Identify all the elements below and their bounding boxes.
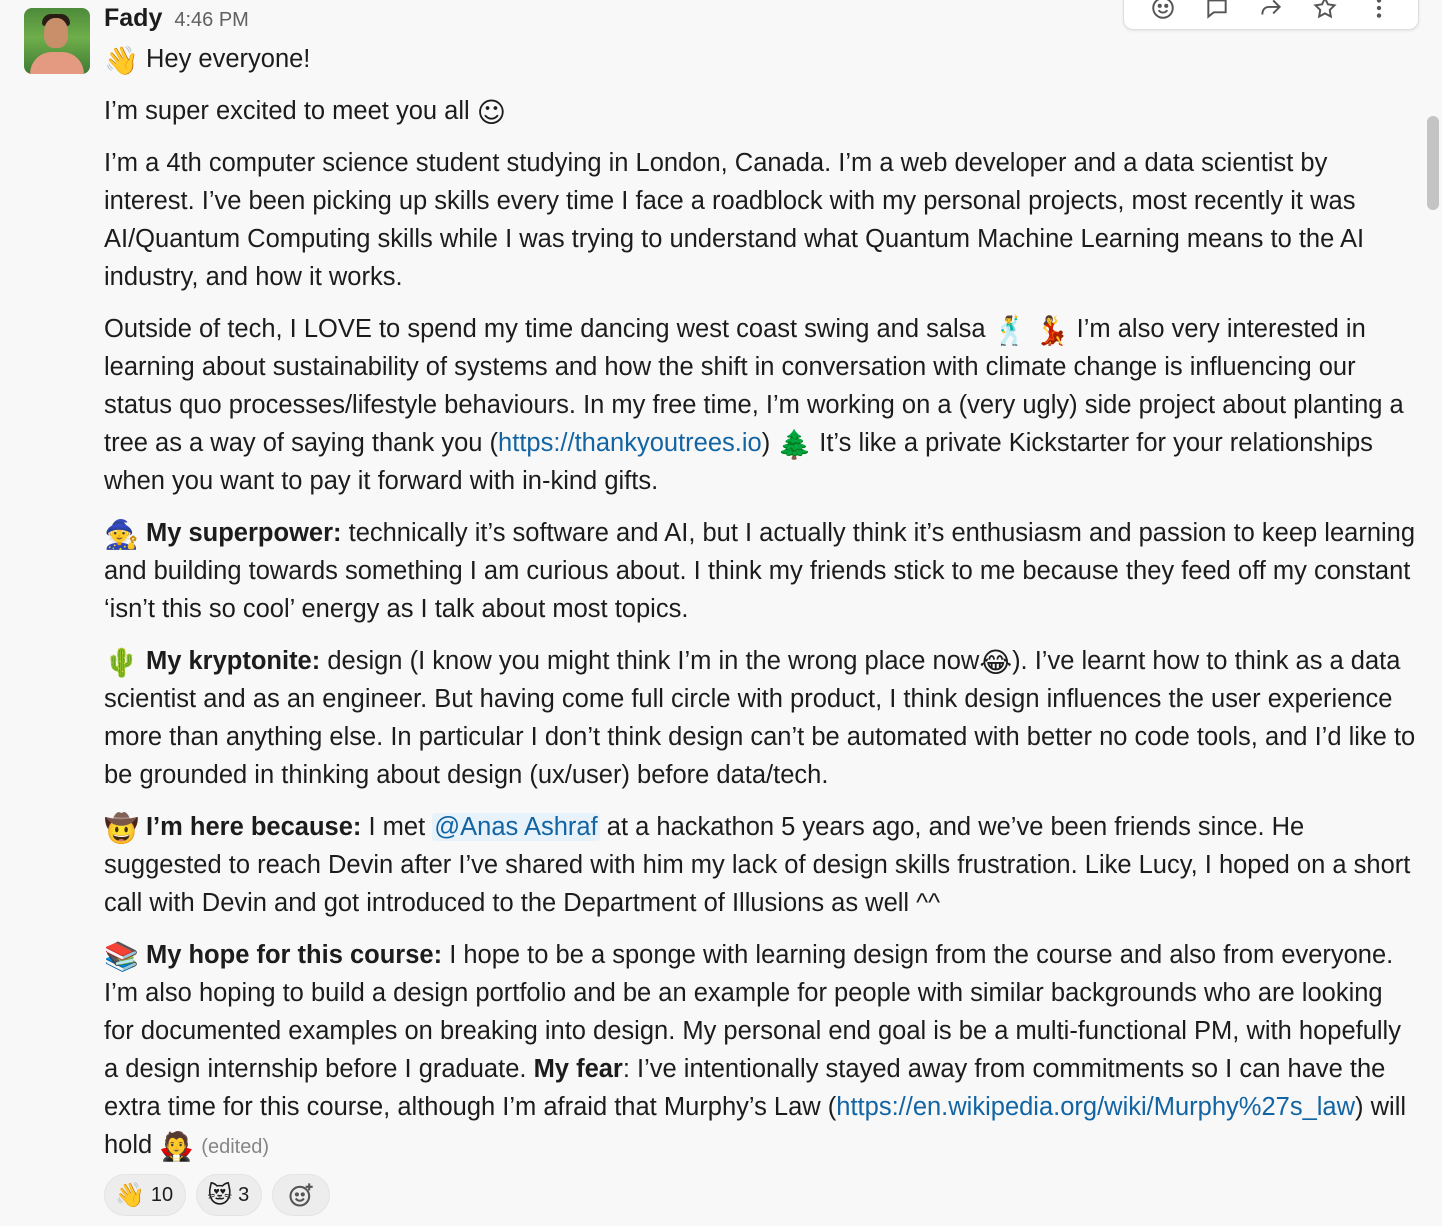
add-reaction-button[interactable] bbox=[272, 1174, 331, 1216]
cactus-emoji: 🌵 bbox=[104, 646, 139, 679]
add-reaction-icon bbox=[289, 1183, 313, 1207]
books-emoji: 📚 bbox=[104, 940, 139, 973]
paragraph-text: I’m super excited to meet you all bbox=[104, 97, 470, 125]
greeting-text: Hey everyone! bbox=[145, 45, 311, 73]
reaction-count: 10 bbox=[150, 1183, 174, 1206]
wave-emoji: 👋 bbox=[115, 1181, 145, 1209]
mage-emoji: 🧙 bbox=[104, 518, 139, 551]
reaction-pill[interactable]: 😻 3 bbox=[196, 1174, 263, 1216]
emoji-reaction-icon[interactable] bbox=[1148, 0, 1178, 23]
message-actions-toolbar bbox=[1123, 0, 1419, 30]
paragraph-text: I met bbox=[368, 813, 426, 841]
evergreen-tree-emoji: 🌲 bbox=[777, 428, 813, 461]
smiling-emoji: ☺ bbox=[476, 96, 506, 129]
wave-emoji: 👋 bbox=[104, 44, 139, 77]
reaction-count: 3 bbox=[238, 1183, 250, 1206]
share-forward-icon[interactable] bbox=[1256, 0, 1286, 23]
message-paragraph: 🌵 My kryptonite: design (I know you migh… bbox=[104, 642, 1418, 794]
message-paragraph: 👋 Hey everyone! bbox=[104, 40, 1418, 78]
superpower-label: My superpower: bbox=[145, 519, 342, 547]
avatar-shirt bbox=[30, 52, 84, 74]
heart-eyes-cat-emoji: 😻 bbox=[207, 1181, 233, 1209]
avatar-face bbox=[44, 18, 68, 48]
cowboy-emoji: 🤠 bbox=[104, 812, 139, 845]
thankyoutrees-link[interactable]: https://thankyoutrees.io bbox=[498, 429, 762, 457]
message-paragraph: 📚 My hope for this course: I hope to be … bbox=[104, 936, 1418, 1166]
message-paragraph: I’m a 4th computer science student study… bbox=[104, 144, 1418, 296]
paragraph-text: Outside of tech, I LOVE to spend my time… bbox=[104, 315, 986, 343]
message-paragraph: 🤠 I’m here because: I met @Anas Ashraf a… bbox=[104, 808, 1418, 922]
kryptonite-label: My kryptonite: bbox=[145, 647, 321, 675]
scrollbar[interactable] bbox=[1427, 116, 1439, 210]
reaction-pill[interactable]: 👋 10 bbox=[104, 1174, 187, 1216]
reply-thread-icon[interactable] bbox=[1202, 0, 1232, 23]
vampire-emoji: 🧛 bbox=[159, 1130, 195, 1163]
man-dancing-emoji: 🕺 bbox=[992, 314, 1028, 347]
message-timestamp[interactable]: 4:46 PM bbox=[174, 9, 248, 32]
hope-label: My hope for this course: bbox=[145, 941, 443, 969]
reactions-bar: 👋 10 😻 3 bbox=[104, 1174, 331, 1216]
paragraph-text: design (I know you might think I’m in th… bbox=[327, 647, 980, 675]
fear-label: My fear bbox=[533, 1055, 623, 1083]
message-paragraph: 🧙 My superpower: technically it’s softwa… bbox=[104, 514, 1418, 628]
edited-indicator: (edited) bbox=[201, 1136, 270, 1158]
paragraph-text: ) bbox=[761, 429, 771, 457]
user-mention[interactable]: @Anas Ashraf bbox=[432, 813, 600, 841]
author-name[interactable]: Fady bbox=[104, 4, 162, 33]
woman-dancing-emoji: 💃 bbox=[1034, 314, 1070, 347]
message-header: Fady 4:46 PM bbox=[104, 4, 249, 38]
wikipedia-link[interactable]: https://en.wikipedia.org/wiki/Murphy%27s… bbox=[836, 1093, 1355, 1121]
message-body: 👋 Hey everyone! I’m super excited to mee… bbox=[104, 40, 1418, 1180]
star-icon[interactable] bbox=[1310, 0, 1340, 23]
joy-emoji: 😂 bbox=[979, 646, 1013, 679]
here-because-label: I’m here because: bbox=[145, 813, 362, 841]
more-actions-icon[interactable] bbox=[1364, 0, 1394, 23]
paragraph-text: I’m a 4th computer science student study… bbox=[104, 149, 1365, 291]
message-paragraph: I’m super excited to meet you all ☺ bbox=[104, 92, 1418, 130]
avatar[interactable] bbox=[24, 8, 90, 74]
message-paragraph: Outside of tech, I LOVE to spend my time… bbox=[104, 310, 1418, 500]
